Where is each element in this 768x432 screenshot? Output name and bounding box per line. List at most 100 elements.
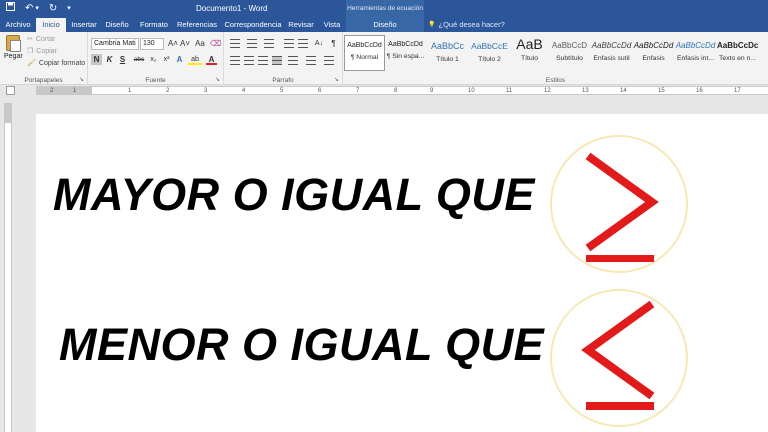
font-color-button[interactable]: A (206, 54, 217, 65)
paragraph-group: A↓ ¶ Párrafo ↘ (224, 32, 343, 85)
ruler-number: 12 (544, 88, 551, 94)
align-center-icon[interactable] (244, 56, 254, 65)
text-effects-button[interactable]: A (174, 54, 185, 65)
italic-button[interactable]: K (104, 54, 115, 65)
customize-qat-icon[interactable]: ▾ (67, 2, 71, 16)
brush-icon: 🖌 (27, 60, 36, 67)
ruler-number: 16 (696, 88, 703, 94)
ruler-number: 14 (620, 88, 627, 94)
ruler-number: 4 (242, 88, 246, 94)
style-subtitle[interactable]: AaBbCcD Subtítulo (549, 35, 590, 71)
paste-label: Pegar (4, 53, 23, 60)
text-mayor-o-igual-que: MAYOR O IGUAL QUE (53, 169, 535, 220)
style-name: Énfasis int... (676, 55, 715, 62)
decrease-indent-icon[interactable] (284, 39, 294, 48)
align-left-icon[interactable] (230, 56, 240, 65)
line-spacing-icon[interactable] (288, 56, 298, 65)
underline-button[interactable]: S (117, 54, 128, 65)
lightbulb-icon: 💡 (428, 22, 436, 28)
tell-me-box[interactable]: 💡 ¿Qué desea hacer? (428, 18, 505, 32)
numbering-icon[interactable] (247, 39, 257, 48)
tab-selector-icon[interactable] (6, 86, 15, 95)
tab-diseno-ecuacion[interactable]: Diseño (346, 18, 424, 32)
font-launcher-icon[interactable]: ↘ (215, 76, 220, 83)
style-name: Subtítulo (556, 55, 583, 62)
highlight-button[interactable]: ab (188, 54, 202, 65)
style-heading-2[interactable]: AaBbCcE Título 2 (469, 35, 510, 71)
shrink-font-button[interactable]: A˅ (179, 38, 191, 49)
tell-me-text: ¿Qué desea hacer? (438, 20, 505, 29)
multilevel-list-icon[interactable] (264, 39, 274, 48)
ruler-number: 10 (468, 88, 475, 94)
style-subtle-emphasis[interactable]: AaBbCcDd Énfasis sutil (591, 35, 632, 71)
cut-label: Cortar (35, 35, 56, 43)
increase-indent-icon[interactable] (298, 39, 308, 48)
style-no-spacing[interactable]: AaBbCcDd ¶ Sin espa... (385, 35, 426, 71)
style-strong[interactable]: AaBbCcDc Texto en n... (717, 35, 758, 71)
paragraph-group-label: Párrafo (272, 77, 294, 84)
tab-archivo[interactable]: Archivo (4, 18, 32, 32)
clipboard-launcher-icon[interactable]: ↘ (79, 76, 84, 83)
strikethrough-button[interactable]: abc (132, 54, 146, 65)
tab-diseno[interactable]: Diseño (102, 18, 132, 32)
undo-icon[interactable]: ↶ (25, 2, 33, 16)
align-right-icon[interactable] (258, 56, 268, 65)
style-heading-1[interactable]: AaBbCc Título 1 (427, 35, 468, 71)
borders-icon[interactable] (324, 56, 334, 65)
styles-gallery: AaBbCcDd ¶ Normal AaBbCcDd ¶ Sin espa...… (343, 35, 761, 75)
ruler-number: 13 (582, 88, 589, 94)
style-sample: AaB (516, 36, 543, 52)
tab-insertar[interactable]: Insertar (68, 18, 100, 32)
style-sample: AaBbCcDc (717, 41, 758, 50)
style-intense-emphasis[interactable]: AaBbCcDd Énfasis int... (675, 35, 716, 71)
style-name: Énfasis (642, 55, 665, 62)
document-title: Documento1 - Word (196, 4, 268, 13)
style-name: ¶ Sin espa... (386, 53, 425, 60)
tab-formato[interactable]: Formato (137, 18, 171, 32)
tab-referencias[interactable]: Referencias (175, 18, 219, 32)
style-sample: AaBbCcDd (633, 41, 674, 50)
tab-correspondencia[interactable]: Correspondencia (224, 18, 282, 32)
style-name: Título 1 (436, 56, 459, 63)
clear-format-icon[interactable]: ⌫ (210, 38, 221, 49)
grow-font-button[interactable]: A˄ (167, 38, 179, 49)
format-painter-button[interactable]: 🖌 Copiar formato (27, 59, 85, 68)
tab-vista[interactable]: Vista (320, 18, 344, 32)
ruler-number: 7 (356, 88, 360, 94)
paste-button[interactable]: Pegar (4, 35, 23, 60)
sort-icon[interactable]: A↓ (312, 38, 326, 49)
show-marks-icon[interactable]: ¶ (328, 38, 339, 49)
ribbon-tabs: Archivo Inicio Insertar Diseño Formato R… (0, 18, 768, 32)
bold-button[interactable]: N (91, 54, 102, 65)
ruler-left-margin (36, 87, 92, 94)
subscript-button[interactable]: x₂ (148, 54, 159, 65)
save-icon[interactable] (6, 2, 15, 16)
paragraph-launcher-icon[interactable]: ↘ (334, 76, 339, 83)
style-sample: AaBbCcE (471, 41, 508, 51)
style-emphasis[interactable]: AaBbCcDd Énfasis (633, 35, 674, 71)
style-name: Énfasis sutil (593, 55, 630, 62)
copy-button[interactable]: ❐ Copiar (27, 47, 57, 56)
cut-button[interactable]: ✂ Cortar (27, 35, 56, 44)
change-case-button[interactable]: Aa (193, 38, 207, 49)
vertical-ruler[interactable] (4, 103, 12, 432)
document-page[interactable]: MAYOR O IGUAL QUE MENOR O IGUAL QUE (36, 114, 768, 432)
style-normal[interactable]: AaBbCcDd ¶ Normal (344, 35, 385, 71)
ruler-number: 1 (73, 88, 77, 94)
shading-icon[interactable] (306, 56, 316, 65)
copy-label: Copiar (36, 47, 57, 55)
justify-icon[interactable] (272, 56, 282, 65)
font-size-select[interactable]: 130 (140, 38, 164, 50)
undo-dropdown-icon[interactable]: ▾ (35, 2, 39, 16)
tab-revisar[interactable]: Revisar (287, 18, 315, 32)
tab-inicio[interactable]: Inicio (36, 18, 66, 32)
horizontal-ruler[interactable]: 2 1 1 2 3 4 5 6 7 8 9 10 11 12 13 14 15 … (36, 86, 768, 95)
superscript-button[interactable]: x² (161, 54, 172, 65)
font-family-select[interactable]: Cambria Mati (91, 38, 139, 50)
style-title[interactable]: AaB Título (509, 35, 550, 71)
ruler-number: 11 (506, 88, 513, 94)
font-group-label: Fuente (145, 77, 166, 84)
bullets-icon[interactable] (230, 39, 240, 48)
redo-icon[interactable]: ↻ (49, 2, 57, 16)
font-family-value: Cambria Mati (94, 40, 136, 47)
